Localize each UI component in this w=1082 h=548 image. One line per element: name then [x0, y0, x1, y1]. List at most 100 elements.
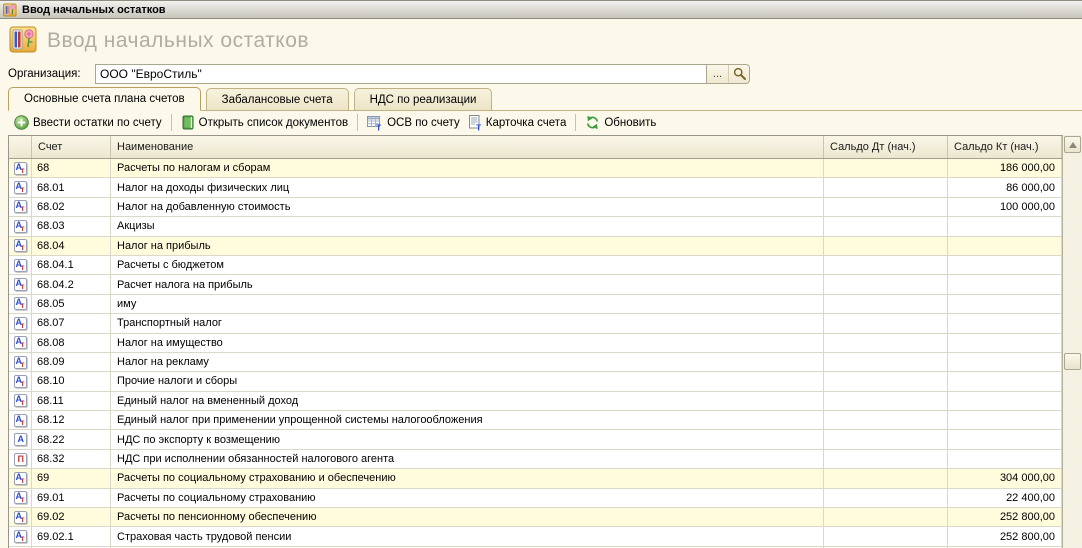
- svg-text:Т: Т: [476, 122, 482, 131]
- table-row[interactable]: Ат 68.04.2 Расчет налога на прибыль: [9, 275, 1062, 295]
- credit-balance-cell: [948, 372, 1062, 391]
- account-icon-cell: Ат: [9, 255, 32, 275]
- debit-balance-cell: [824, 391, 948, 411]
- credit-balance-cell: [948, 294, 1062, 314]
- window-titlebar[interactable]: Ввод начальных остатков: [0, 0, 1082, 19]
- debit-balance-cell: [824, 217, 948, 236]
- account-icon-cell: Ат: [9, 314, 32, 333]
- account-code-cell: 68.04.2: [32, 275, 111, 294]
- account-active-tax-icon: Ат: [13, 336, 27, 350]
- account-icon-cell: Ат: [9, 469, 32, 488]
- window-title: Ввод начальных остатков: [22, 3, 166, 16]
- account-name-cell: Единый налог при применении упрощенной с…: [111, 411, 824, 430]
- toolbar-button-label: Открыть список документов: [198, 116, 349, 129]
- account-icon-cell: Ат: [9, 508, 32, 527]
- table-row[interactable]: Ат 68 Расчеты по налогам и сборам 186 000,0…: [9, 159, 1062, 179]
- debit-balance-cell: [824, 159, 948, 178]
- account-active-tax-icon: Ат: [13, 316, 27, 330]
- table-row[interactable]: Ат 68.11 Единый налог на вмененный доход: [9, 391, 1062, 412]
- tab-main-accounts[interactable]: Основные счета плана счетов: [8, 87, 201, 111]
- account-icon-cell: Ат: [9, 488, 32, 508]
- table-row[interactable]: Ат 68.07 Транспортный налог: [9, 314, 1062, 334]
- column-header-name[interactable]: Наименование: [111, 136, 824, 158]
- card-icon: Т: [468, 114, 482, 131]
- account-active-tax-icon: Ат: [13, 394, 27, 408]
- table-row[interactable]: П 68.32 НДС при исполнении обязанностей на…: [9, 449, 1062, 470]
- account-active-tax-icon: Ат: [13, 355, 27, 369]
- table-header-row: Счет Наименование Сальдо Дт (нач.) Сальд…: [9, 136, 1062, 159]
- table-row[interactable]: Ат 69.02.1 Страховая часть трудовой пенсии…: [9, 527, 1062, 547]
- credit-balance-cell: 86 000,00: [948, 178, 1062, 197]
- account-name-cell: иму: [111, 294, 824, 314]
- account-active-tax-icon: Ат: [13, 471, 27, 485]
- organization-input[interactable]: [95, 63, 707, 84]
- account-active-tax-icon: Ат: [13, 413, 27, 427]
- account-icon-cell: Ат: [9, 372, 32, 391]
- debit-balance-cell: [824, 255, 948, 275]
- debit-balance-cell: [824, 411, 948, 430]
- organization-open-button[interactable]: [728, 64, 749, 83]
- table-row[interactable]: Ат 68.02 Налог на добавленную стоимость 100…: [9, 197, 1062, 218]
- credit-balance-cell: 252 800,00: [948, 508, 1062, 527]
- organization-choose-button[interactable]: ...: [707, 65, 728, 83]
- credit-balance-cell: [948, 255, 1062, 275]
- osv-report-button[interactable]: Т ОСВ по счету: [363, 113, 464, 133]
- account-active-tax-icon: Ат: [13, 258, 27, 272]
- toolbar-button-label: Карточка счета: [485, 116, 567, 129]
- scrollbar-thumb[interactable]: [1064, 353, 1081, 370]
- table-row[interactable]: Ат 68.12 Единый налог при применении упрощ…: [9, 411, 1062, 431]
- credit-balance-cell: [948, 449, 1062, 469]
- table-row[interactable]: Ат 69 Расчеты по социальному страхованию и…: [9, 469, 1062, 489]
- account-code-cell: 68.09: [32, 352, 111, 372]
- vertical-scrollbar[interactable]: [1062, 135, 1082, 548]
- column-header-account[interactable]: Счет: [32, 136, 111, 158]
- account-icon-cell: Ат: [9, 411, 32, 430]
- table-row[interactable]: Ат 69.01 Расчеты по социальному страховани…: [9, 488, 1062, 509]
- table-row[interactable]: Ат 68.05 иму: [9, 294, 1062, 315]
- account-name-cell: Налог на прибыль: [111, 236, 824, 255]
- credit-balance-cell: [948, 314, 1062, 333]
- toolbar-button-label: Обновить: [604, 116, 657, 129]
- account-code-cell: 68.11: [32, 391, 111, 411]
- account-code-cell: 68.07: [32, 314, 111, 333]
- account-active-icon: А: [13, 433, 27, 447]
- triangle-up-icon: [1068, 141, 1077, 148]
- account-name-cell: Страховая часть трудовой пенсии: [111, 527, 824, 546]
- account-icon-cell: Ат: [9, 527, 32, 546]
- open-documents-button[interactable]: Открыть список документов: [177, 113, 352, 132]
- table-row[interactable]: Ат 68.03 Акцизы: [9, 217, 1062, 237]
- table-row[interactable]: Ат 68.10 Прочие налоги и сборы: [9, 372, 1062, 392]
- debit-balance-cell: [824, 449, 948, 469]
- account-code-cell: 68.12: [32, 411, 111, 430]
- account-icon-cell: Ат: [9, 391, 32, 411]
- table-row[interactable]: Ат 68.04.1 Расчеты с бюджетом: [9, 255, 1062, 276]
- account-active-tax-icon: Ат: [13, 219, 27, 233]
- column-header-icon[interactable]: [9, 136, 32, 158]
- credit-balance-cell: 186 000,00: [948, 159, 1062, 178]
- account-active-tax-icon: Ат: [13, 239, 27, 253]
- table-row[interactable]: Ат 68.09 Налог на рекламу: [9, 352, 1062, 373]
- enter-balances-button[interactable]: Ввести остатки по счету: [10, 113, 166, 132]
- account-code-cell: 68.04: [32, 236, 111, 255]
- table-row[interactable]: Ат 68.04 Налог на прибыль: [9, 236, 1062, 256]
- column-header-debit-balance[interactable]: Сальдо Дт (нач.): [824, 136, 948, 158]
- account-card-button[interactable]: Т Карточка счета: [464, 113, 571, 133]
- account-icon-cell: Ат: [9, 159, 32, 178]
- credit-balance-cell: [948, 236, 1062, 255]
- account-name-cell: Прочие налоги и сборы: [111, 372, 824, 391]
- account-icon-cell: П: [9, 449, 32, 469]
- table-row[interactable]: А 68.22 НДС по экспорту к возмещению: [9, 430, 1062, 450]
- account-name-cell: Транспортный налог: [111, 314, 824, 333]
- tab-strip: Основные счета плана счетов Забалансовые …: [8, 87, 1082, 111]
- column-header-credit-balance[interactable]: Сальдо Кт (нач.): [948, 136, 1062, 158]
- tab-offbalance-accounts[interactable]: Забалансовые счета: [205, 88, 349, 110]
- account-code-cell: 68.01: [32, 178, 111, 197]
- refresh-button[interactable]: Обновить: [581, 113, 660, 132]
- table-row[interactable]: Ат 68.01 Налог на доходы физических лиц 86 …: [9, 178, 1062, 198]
- tab-vat-sales[interactable]: НДС по реализации: [353, 88, 493, 110]
- scroll-up-button[interactable]: [1064, 136, 1081, 153]
- table-row[interactable]: Ат 68.08 Налог на имущество: [9, 333, 1062, 353]
- debit-balance-cell: [824, 275, 948, 294]
- credit-balance-cell: 252 800,00: [948, 527, 1062, 546]
- table-row[interactable]: Ат 69.02 Расчеты по пенсионному обеспечени…: [9, 508, 1062, 528]
